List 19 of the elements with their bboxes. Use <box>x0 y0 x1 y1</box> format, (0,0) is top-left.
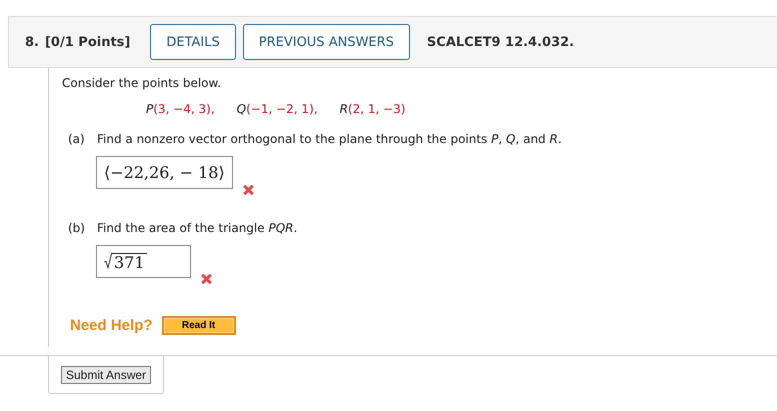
header-button[interactable]: PREVIOUS ANSWERS <box>242 24 410 60</box>
part-label: (a) <box>68 132 86 148</box>
part-label: (b) <box>68 221 86 237</box>
answer-box[interactable]: 371 <box>96 245 191 278</box>
header-button[interactable]: DETAILS <box>150 24 236 60</box>
intro-text: Consider the points below. <box>62 76 222 92</box>
radical-sign-icon <box>104 252 112 269</box>
question-code: SCALCET9 12.4.032. <box>426 34 574 50</box>
need-help-label: Need Help? <box>70 317 153 334</box>
question-number: 8. <box>25 34 39 50</box>
part-prompt: Find the area of the triangle PQR. <box>97 221 298 237</box>
submit-answer-button[interactable]: Submit Answer <box>61 366 152 384</box>
point-coordinates: P(3, −4, 3), <box>146 102 215 118</box>
point-coordinates: Q(−1, −2, 1), <box>236 102 318 118</box>
points-label: [0/1 Points] <box>44 34 130 50</box>
read-it-button[interactable]: Read It <box>162 316 236 335</box>
point-coordinates: R(2, 1, −3) <box>340 102 406 118</box>
part-prompt: Find a nonzero vector orthogonal to the plane through the points P, Q, and R. <box>97 132 562 148</box>
answer-box[interactable]: ⟨−22,26, − 18⟩ <box>96 156 233 189</box>
